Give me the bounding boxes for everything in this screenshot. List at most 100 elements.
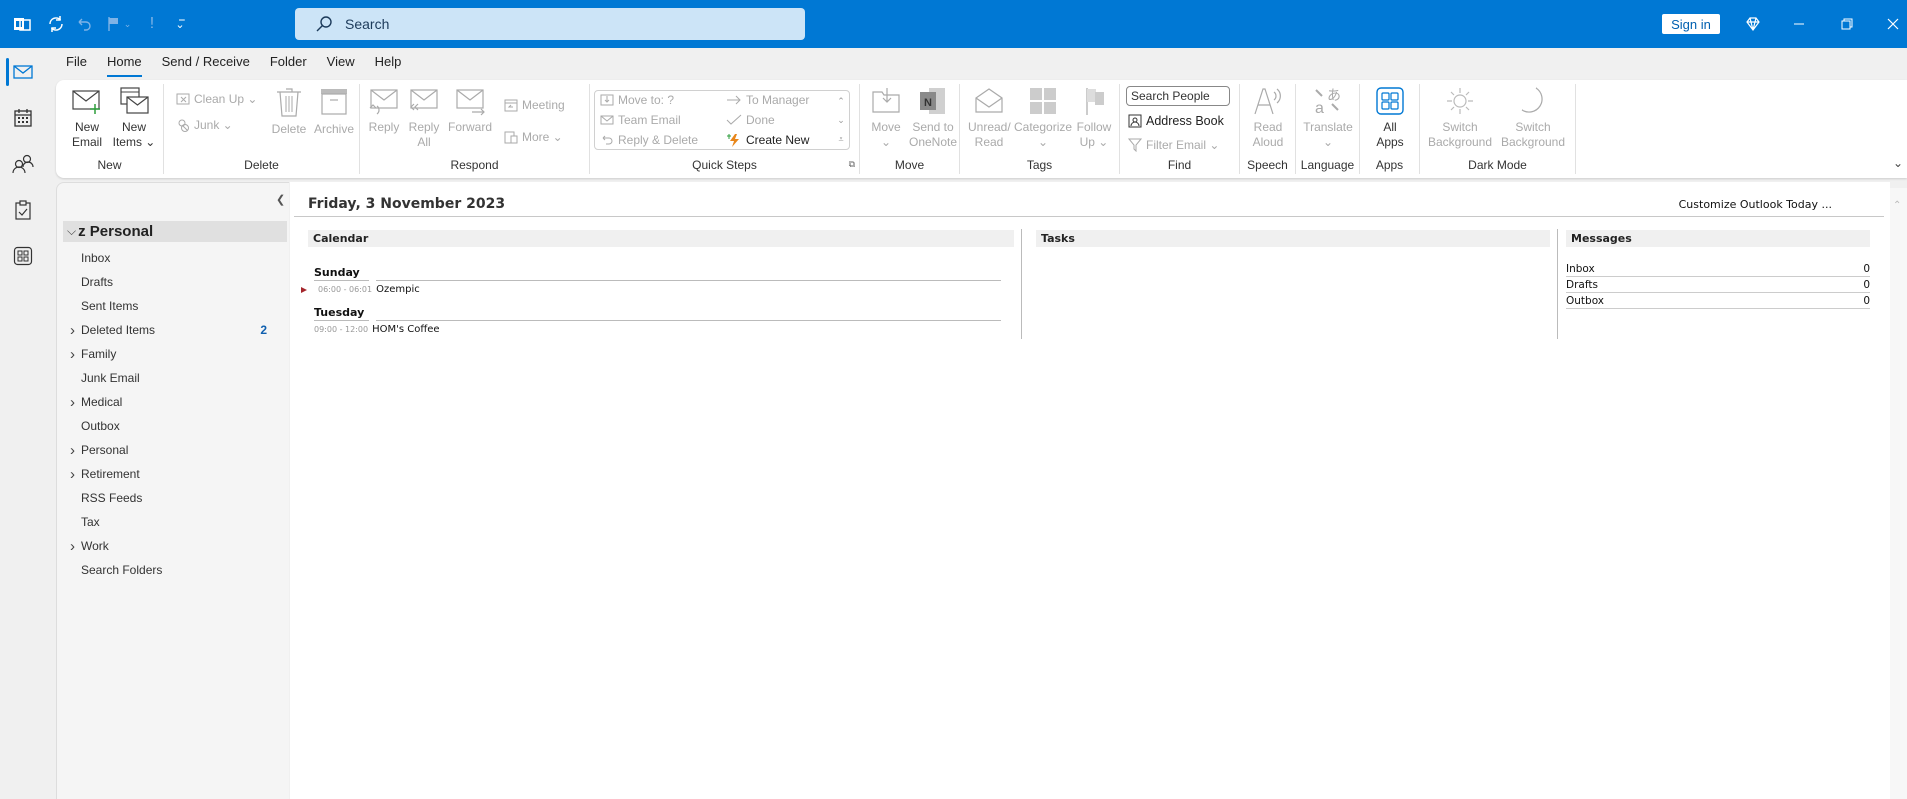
undo-icon[interactable]: [72, 12, 96, 36]
folder-item[interactable]: › Retirement: [57, 463, 281, 485]
archive-button[interactable]: Archive: [312, 86, 356, 137]
more-respond-button[interactable]: More ⌄: [504, 130, 563, 144]
more-apps-icon[interactable]: [11, 244, 35, 268]
dialog-launcher-icon[interactable]: ⧉: [849, 159, 855, 170]
switch-background-dark-button[interactable]: Switch Background: [1498, 86, 1568, 150]
folder-item[interactable]: Junk Email: [57, 367, 281, 389]
restore-button[interactable]: [1832, 12, 1862, 36]
search-box[interactable]: Search: [295, 8, 805, 40]
folder-item[interactable]: Search Folders: [57, 559, 281, 581]
vertical-scrollbar[interactable]: ⌃: [1890, 188, 1907, 799]
search-people-input[interactable]: Search People: [1126, 86, 1230, 106]
qs-done[interactable]: Done: [726, 113, 775, 127]
categorize-button[interactable]: Categorize ⌄: [1014, 86, 1072, 150]
meeting-button[interactable]: Meeting: [504, 98, 565, 112]
account-header[interactable]: ⌵ z Personal: [63, 221, 287, 242]
folder-item[interactable]: › Family: [57, 343, 281, 365]
tab-file[interactable]: File: [56, 52, 97, 74]
tab-view[interactable]: View: [317, 52, 365, 74]
new-email-button[interactable]: New Email: [68, 86, 106, 150]
mail-icon[interactable]: [11, 60, 35, 84]
delete-button[interactable]: Delete: [270, 86, 308, 137]
sign-in-button[interactable]: Sign in: [1662, 14, 1720, 34]
group-speech: Read Aloud Speech: [1240, 84, 1296, 174]
team-email-icon: [600, 115, 614, 125]
chevron-right-icon[interactable]: ›: [57, 538, 78, 555]
all-apps-button[interactable]: All Apps: [1368, 86, 1412, 150]
switch-background-light-button[interactable]: Switch Background: [1426, 86, 1494, 150]
tab-send-receive[interactable]: Send / Receive: [152, 52, 260, 74]
chevron-right-icon[interactable]: ›: [57, 442, 78, 459]
customize-qat-icon[interactable]: ⌄̅: [168, 12, 192, 36]
folder-name: Retirement: [81, 467, 140, 481]
calendar-day: Sunday: [314, 266, 360, 279]
collapse-ribbon-icon[interactable]: ⌄: [1893, 156, 1903, 170]
calendar-icon[interactable]: [11, 106, 35, 130]
qs-team-email[interactable]: Team Email: [600, 113, 681, 127]
tab-help[interactable]: Help: [365, 52, 412, 74]
filter-icon: [1128, 138, 1142, 152]
qs-create-new[interactable]: Create New: [726, 133, 809, 147]
messages-row-inbox[interactable]: Inbox 0: [1566, 261, 1870, 277]
moon-icon: [1521, 87, 1543, 113]
folder-item[interactable]: › Deleted Items 2: [57, 319, 281, 341]
chevron-right-icon[interactable]: ›: [57, 466, 78, 483]
chevron-right-icon[interactable]: ›: [57, 394, 78, 411]
messages-row-outbox[interactable]: Outbox 0: [1566, 293, 1870, 309]
messages-row-drafts[interactable]: Drafts 0: [1566, 277, 1870, 293]
tab-home[interactable]: Home: [97, 52, 152, 77]
reply-button[interactable]: Reply: [366, 86, 402, 135]
reminder-flag-icon: [301, 286, 307, 293]
folder-item[interactable]: Tax: [57, 511, 281, 533]
folder-item[interactable]: Drafts: [57, 271, 281, 293]
folder-item[interactable]: › Work: [57, 535, 281, 557]
folder-item[interactable]: Outbox: [57, 415, 281, 437]
folder-item[interactable]: › Medical: [57, 391, 281, 413]
new-items-button[interactable]: New Items ⌄: [112, 86, 156, 150]
translate-button[interactable]: aあ Translate ⌄: [1300, 86, 1356, 150]
premium-diamond-icon[interactable]: [1738, 12, 1768, 36]
reply-all-button[interactable]: Reply All: [406, 86, 442, 150]
scroll-up-icon[interactable]: ⌃: [1893, 200, 1901, 211]
close-button[interactable]: [1878, 12, 1907, 36]
forward-button[interactable]: Forward: [448, 86, 492, 135]
folder-item[interactable]: Sent Items: [57, 295, 281, 317]
clean-up-button[interactable]: Clean Up ⌄: [176, 92, 257, 106]
importance-icon[interactable]: !: [140, 12, 164, 36]
people-icon[interactable]: [11, 152, 35, 176]
minimize-button[interactable]: [1784, 12, 1814, 36]
quick-steps-scroll[interactable]: ⌃ ⌄ ⩡: [834, 92, 848, 149]
chevron-right-icon[interactable]: ›: [57, 322, 78, 339]
day-underline: [376, 320, 1001, 321]
folder-name: Medical: [81, 395, 123, 409]
tasks-icon[interactable]: [11, 198, 35, 222]
qs-move-to[interactable]: Move to: ?: [600, 93, 674, 107]
calendar-appointment[interactable]: 06:00 - 06:01 Ozempic: [300, 284, 420, 295]
folder-item[interactable]: › Personal: [57, 439, 281, 461]
chevron-right-icon[interactable]: ›: [57, 346, 78, 363]
follow-up-button[interactable]: Follow Up ⌄: [1074, 86, 1114, 150]
junk-button[interactable]: Junk ⌄: [176, 118, 233, 132]
folder-item[interactable]: RSS Feeds: [57, 487, 281, 509]
ribbon: New Email New Items ⌄ New Clean Up ⌄ Junk …: [56, 80, 1907, 178]
lightning-icon: [727, 134, 739, 147]
read-aloud-button[interactable]: Read Aloud: [1246, 86, 1290, 150]
filter-email-button[interactable]: Filter Email ⌄: [1128, 138, 1219, 152]
svg-text:あ: あ: [1327, 88, 1341, 104]
qs-reply-delete[interactable]: Reply & Delete: [600, 133, 698, 147]
collapse-pane-icon[interactable]: ❮: [276, 193, 285, 206]
customize-outlook-today-link[interactable]: Customize Outlook Today ...: [1679, 198, 1832, 211]
messages-section-header: Messages: [1566, 230, 1870, 247]
unread-read-button[interactable]: Unread/Read: [968, 86, 1011, 150]
folder-name: Deleted Items: [81, 323, 156, 337]
archive-icon: [321, 89, 347, 115]
tab-folder[interactable]: Folder: [260, 52, 317, 74]
qs-to-manager[interactable]: To Manager: [726, 93, 809, 107]
move-button[interactable]: Move ⌄: [868, 86, 904, 150]
folder-item[interactable]: Inbox: [57, 247, 281, 269]
calendar-appointment[interactable]: 09:00 - 12:00 HOM's Coffee: [314, 324, 440, 335]
sync-icon[interactable]: [44, 12, 68, 36]
send-to-onenote-button[interactable]: N Send to OneNote: [908, 86, 958, 150]
address-book-button[interactable]: Address Book: [1128, 114, 1224, 128]
flag-icon[interactable]: ⌄: [102, 12, 136, 36]
